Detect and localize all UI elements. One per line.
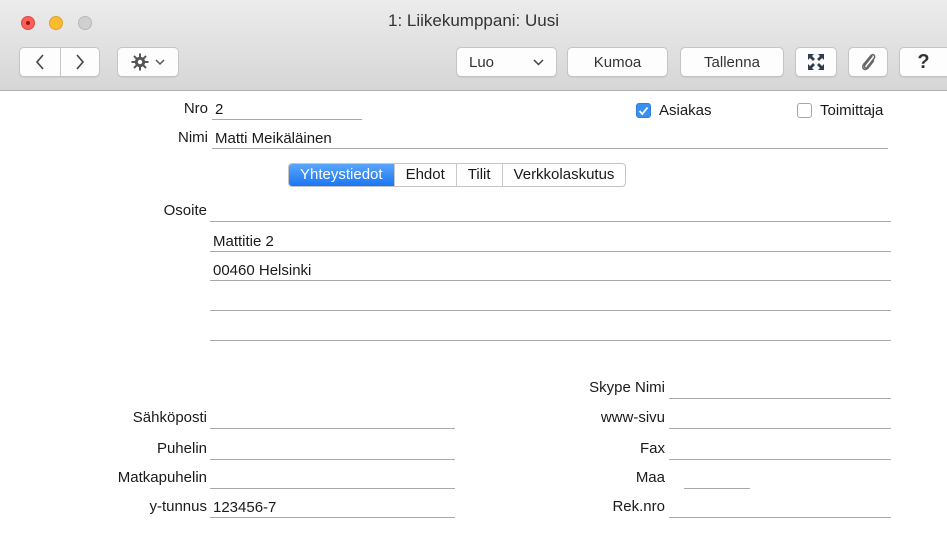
chevron-down-icon xyxy=(155,58,165,65)
title-toolbar: 1: Liikekumppani: Uusi Luo Kumoa Tallenn… xyxy=(0,0,947,91)
paperclip-icon xyxy=(861,53,876,71)
undo-button[interactable]: Kumoa xyxy=(567,47,668,77)
chevron-down-icon xyxy=(533,58,544,66)
back-button[interactable] xyxy=(20,48,60,76)
phone-field[interactable] xyxy=(210,440,455,460)
address-line-3[interactable]: 00460 Helsinki xyxy=(210,261,891,281)
attachments-button[interactable] xyxy=(848,47,888,77)
address-line-1[interactable] xyxy=(210,202,891,222)
website-field[interactable] xyxy=(669,409,891,429)
fax-field[interactable] xyxy=(669,440,891,460)
number-field[interactable]: 2 xyxy=(212,100,362,120)
save-button[interactable]: Tallenna xyxy=(680,47,784,77)
tab-bar: Yhteystiedot Ehdot Tilit Verkkolaskutus xyxy=(288,163,627,187)
window-title: 1: Liikekumppani: Uusi xyxy=(387,11,560,30)
gear-icon xyxy=(131,53,149,71)
create-menu-button[interactable]: Luo xyxy=(456,47,557,77)
supplier-checkbox[interactable]: Toimittaja xyxy=(797,102,883,119)
skype-label: Skype Nimi xyxy=(589,379,665,396)
name-label: Nimi xyxy=(178,129,208,146)
actions-menu-button[interactable] xyxy=(117,47,179,77)
business-id-label: y-tunnus xyxy=(149,498,207,515)
registration-number-label: Rek.nro xyxy=(612,498,665,515)
skype-field[interactable] xyxy=(669,379,891,399)
back-forward-group xyxy=(19,47,100,77)
tab-terms[interactable]: Ehdot xyxy=(393,164,456,186)
expand-icon xyxy=(808,54,824,70)
phone-label: Puhelin xyxy=(156,440,207,457)
checkbox-checked xyxy=(636,103,651,118)
help-button[interactable]: ? xyxy=(899,47,947,77)
name-field[interactable]: Matti Meikäläinen xyxy=(212,129,888,149)
country-label: Maa xyxy=(635,469,665,486)
expand-button[interactable] xyxy=(795,47,837,77)
number-label: Nro xyxy=(183,100,208,117)
create-menu-label: Luo xyxy=(469,53,495,71)
customer-checkbox-label: Asiakas xyxy=(659,102,712,119)
mobile-field[interactable] xyxy=(210,469,455,489)
chevron-right-icon xyxy=(76,54,84,70)
tab-contact-info[interactable]: Yhteystiedot xyxy=(289,164,394,186)
email-label: Sähköposti xyxy=(132,409,207,426)
chevron-left-icon xyxy=(35,54,44,70)
fax-label: Fax xyxy=(639,440,665,457)
checkmark-icon xyxy=(638,106,649,115)
supplier-checkbox-label: Toimittaja xyxy=(820,102,884,119)
registration-number-field[interactable] xyxy=(669,498,891,518)
address-label: Osoite xyxy=(163,202,207,219)
customer-checkbox[interactable]: Asiakas xyxy=(636,102,712,119)
business-id-field[interactable]: 123456-7 xyxy=(210,498,455,518)
address-line-4[interactable] xyxy=(210,291,891,311)
tab-e-invoicing[interactable]: Verkkolaskutus xyxy=(501,164,626,186)
address-line-2[interactable]: Mattitie 2 xyxy=(210,232,891,252)
tab-accounts[interactable]: Tilit xyxy=(455,164,502,186)
website-label: www-sivu xyxy=(600,409,665,426)
forward-button[interactable] xyxy=(59,48,100,76)
email-field[interactable] xyxy=(210,409,455,429)
address-line-5[interactable] xyxy=(210,321,891,341)
country-field[interactable] xyxy=(684,469,750,489)
checkbox-unchecked xyxy=(797,103,812,118)
window: 1: Liikekumppani: Uusi Luo Kumoa Tallenn… xyxy=(0,0,947,549)
mobile-label: Matkapuhelin xyxy=(117,469,207,486)
